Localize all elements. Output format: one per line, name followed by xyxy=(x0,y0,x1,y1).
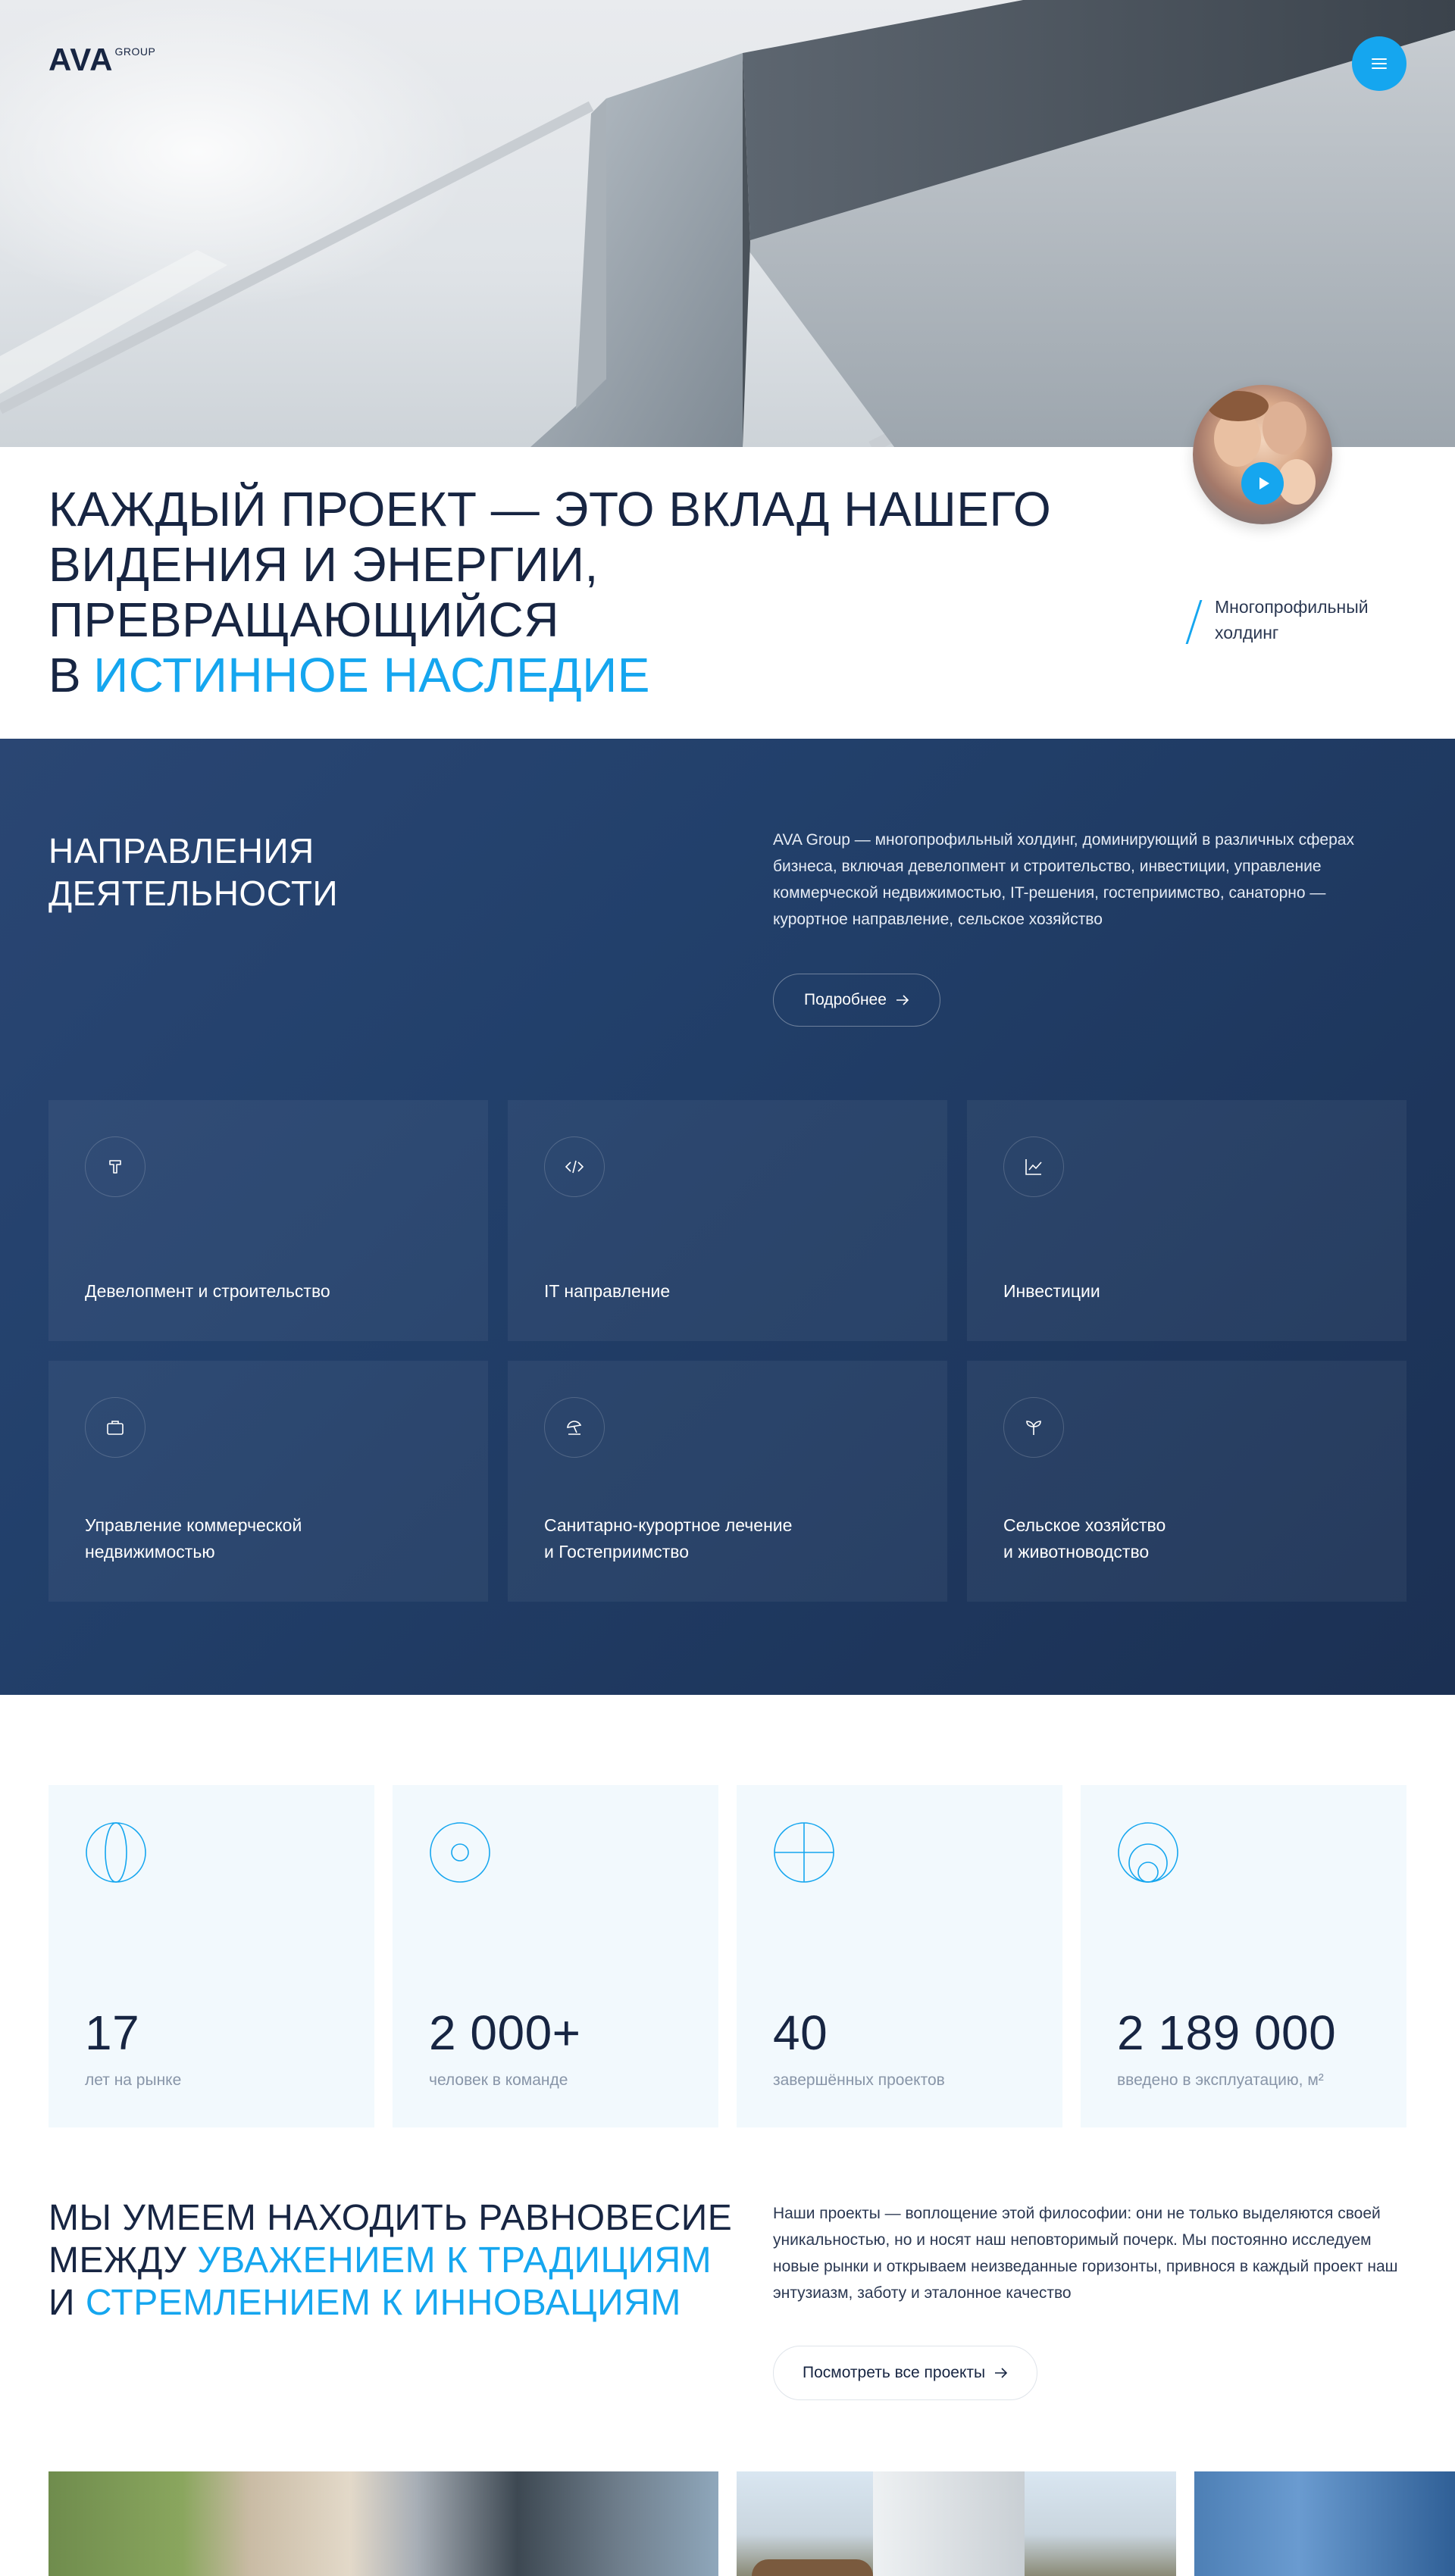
project-image-3[interactable] xyxy=(1194,2471,1455,2576)
intro-section: КАЖДЫЙ ПРОЕКТ — ЭТО ВКЛАД НАШЕГО ВИДЕНИЯ… xyxy=(48,482,1109,703)
logo-group-text: GROUP xyxy=(114,45,156,58)
building-shape xyxy=(873,2471,1025,2576)
directions-grid: Девелопмент и строительство IT направлен… xyxy=(48,1100,1406,1602)
logo-mark: AVA xyxy=(48,42,114,77)
stat-caption: лет на рынке xyxy=(85,2071,182,2089)
trowel-icon xyxy=(85,1136,146,1197)
arrow-right-icon xyxy=(995,2368,1008,2378)
direction-card-agriculture[interactable]: Сельское хозяйство и животноводство xyxy=(967,1361,1406,1602)
view-all-projects-button[interactable]: Посмотреть все проекты xyxy=(773,2346,1038,2400)
intro-heading-line2: ВИДЕНИЯ И ЭНЕРГИИ, ПРЕВРАЩАЮЩИЙСЯ xyxy=(48,537,599,647)
more-button[interactable]: Подробнее xyxy=(773,974,940,1027)
directions-title: НАПРАВЛЕНИЯ ДЕЯТЕЛЬНОСТИ xyxy=(48,830,338,914)
globe-icon xyxy=(86,1822,146,1883)
arrow-right-icon xyxy=(896,995,909,1005)
face-right xyxy=(1263,402,1306,455)
direction-card-label: Инвестиции xyxy=(1003,1281,1100,1301)
holding-tag: Многопрофильный холдинг xyxy=(1185,594,1389,646)
philosophy-line2-accent: УВАЖЕНИЕМ К ТРАДИЦИЯМ xyxy=(197,2240,712,2281)
stat-card-projects: 40 завершённых проектов xyxy=(737,1785,1062,2127)
direction-card-label: IT направление xyxy=(544,1281,671,1301)
directions-description: AVA Group — многопрофильный холдинг, дом… xyxy=(773,831,1354,928)
stat-card-team: 2 000+ человек в команде xyxy=(393,1785,718,2127)
philosophy-paragraph: Наши проекты — воплощение этой философии… xyxy=(773,2205,1398,2302)
hair xyxy=(1208,391,1269,421)
stat-value: 2 000+ xyxy=(429,2005,581,2060)
hamburger-icon-line xyxy=(1372,58,1387,60)
target-icon xyxy=(430,1822,490,1883)
hero-banner: AVA GROUP xyxy=(0,0,1455,447)
direction-card-development[interactable]: Девелопмент и строительство xyxy=(48,1100,488,1341)
direction-card-commercial[interactable]: Управление коммерческой недвижимостью xyxy=(48,1361,488,1602)
direction-card-it[interactable]: IT направление xyxy=(508,1100,947,1341)
directions-title-line1: НАПРАВЛЕНИЯ xyxy=(48,831,314,871)
play-icon[interactable] xyxy=(1241,462,1284,505)
stat-card-area: 2 189 000 введено в эксплуатацию, м² xyxy=(1081,1785,1406,2127)
hero-architecture-image xyxy=(0,0,1455,447)
philosophy-line1: МЫ УМЕЕМ НАХОДИТЬ РАВНОВЕСИЕ xyxy=(48,2198,733,2238)
sprout-icon xyxy=(1003,1397,1064,1458)
stat-card-years: 17 лет на рынке xyxy=(48,1785,374,2127)
logo[interactable]: AVA GROUP xyxy=(48,44,155,76)
direction-card-resort[interactable]: Санитарно-курортное лечение и Гостеприим… xyxy=(508,1361,947,1602)
stats-section: 17 лет на рынке 2 000+ человек в команде… xyxy=(48,1785,1406,2127)
briefcase-icon xyxy=(85,1397,146,1458)
stat-value: 17 xyxy=(85,2005,140,2060)
stat-value: 40 xyxy=(773,2005,828,2060)
philosophy-line2-prefix: МЕЖДУ xyxy=(48,2240,187,2281)
intro-heading-accent: ИСТИННОЕ НАСЛЕДИЕ xyxy=(93,648,650,702)
holding-tag-text: Многопрофильный холдинг xyxy=(1215,597,1369,642)
project-image-2[interactable] xyxy=(737,2471,1176,2576)
canopy-shape xyxy=(752,2559,873,2576)
crosshair-icon xyxy=(774,1822,834,1883)
hamburger-icon-line xyxy=(1372,67,1387,69)
philosophy-line3-accent: СТРЕМЛЕНИЕМ К ИННОВАЦИЯМ xyxy=(85,2283,681,2323)
stat-caption: завершённых проектов xyxy=(773,2071,945,2089)
more-button-label: Подробнее xyxy=(804,991,887,1008)
direction-card-label: Санитарно-курортное лечение и Гостеприим… xyxy=(544,1515,793,1562)
chart-line-icon xyxy=(1003,1136,1064,1197)
directions-section: НАПРАВЛЕНИЯ ДЕЯТЕЛЬНОСТИ AVA Group — мно… xyxy=(0,739,1455,1695)
stat-caption: введено в эксплуатацию, м² xyxy=(1117,2071,1324,2089)
intro-heading-prefix: В xyxy=(48,648,82,702)
philosophy-heading: МЫ УМЕЕМ НАХОДИТЬ РАВНОВЕСИЕ МЕЖДУ УВАЖЕ… xyxy=(48,2197,768,2324)
circles-icon xyxy=(1118,1822,1178,1883)
direction-card-label: Сельское хозяйство и животноводство xyxy=(1003,1515,1166,1562)
stat-caption: человек в команде xyxy=(429,2071,568,2089)
stat-value: 2 189 000 xyxy=(1117,2005,1337,2060)
project-image-1[interactable] xyxy=(48,2471,718,2576)
hamburger-icon-line xyxy=(1372,63,1387,64)
code-icon xyxy=(544,1136,605,1197)
direction-card-label: Девелопмент и строительство xyxy=(85,1281,330,1301)
direction-card-label: Управление коммерческой недвижимостью xyxy=(85,1515,302,1562)
intro-heading: КАЖДЫЙ ПРОЕКТ — ЭТО ВКЛАД НАШЕГО ВИДЕНИЯ… xyxy=(48,482,1109,703)
family-video-thumbnail[interactable] xyxy=(1193,385,1332,524)
philosophy-line3-prefix: И xyxy=(48,2283,75,2323)
intro-heading-line1: КАЖДЫЙ ПРОЕКТ — ЭТО ВКЛАД НАШЕГО xyxy=(48,482,1052,536)
beach-umbrella-icon xyxy=(544,1397,605,1458)
menu-button[interactable] xyxy=(1352,36,1406,91)
slash-icon xyxy=(1185,600,1203,644)
direction-card-investments[interactable]: Инвестиции xyxy=(967,1100,1406,1341)
directions-title-line2: ДЕЯТЕЛЬНОСТИ xyxy=(48,874,339,913)
view-all-projects-label: Посмотреть все проекты xyxy=(803,2364,986,2381)
